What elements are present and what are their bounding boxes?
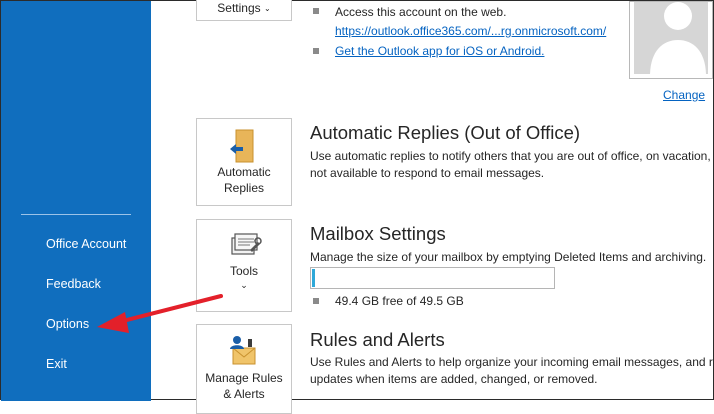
annotation-arrow	[91, 291, 231, 341]
tools-icon	[230, 230, 262, 263]
automatic-replies-title: Automatic Replies (Out of Office)	[310, 122, 581, 143]
main-content: Settings ⌄ Access this account on the we…	[151, 0, 714, 414]
rules-alerts-desc-line1: Use Rules and Alerts to help organize yo…	[310, 355, 714, 369]
sidebar-separator	[21, 214, 131, 215]
web-access-text: Access this account on the web.	[335, 5, 507, 19]
automatic-replies-desc-line2: not available to respond to email messag…	[310, 166, 545, 180]
manage-rules-label-1: Manage Rules	[205, 371, 283, 385]
sidebar-item-exit[interactable]: Exit	[1, 349, 151, 379]
chevron-down-icon: ⌄	[264, 4, 271, 13]
bullet	[313, 8, 319, 14]
mailbox-usage-bar	[310, 267, 555, 289]
profile-photo	[629, 1, 713, 79]
outlook-app-link[interactable]: Get the Outlook app for iOS or Android.	[335, 44, 544, 58]
automatic-replies-desc-line1: Use automatic replies to notify others t…	[310, 149, 711, 163]
automatic-replies-button[interactable]: Automatic Replies	[196, 118, 292, 206]
outlook-web-link[interactable]: https://outlook.office365.com/...rg.onmi…	[335, 24, 606, 38]
profile-placeholder-icon	[634, 2, 708, 74]
backstage-sidebar: Office Account Feedback Options Exit	[1, 1, 151, 401]
rules-alerts-desc-line2: updates when items are added, changed, o…	[310, 372, 598, 386]
sidebar-item-office-account[interactable]: Office Account	[1, 229, 151, 259]
mailbox-settings-desc: Manage the size of your mailbox by empty…	[310, 250, 707, 264]
account-settings-label: Settings	[217, 1, 261, 15]
mailbox-usage-fill	[312, 269, 315, 287]
rules-alerts-title: Rules and Alerts	[310, 329, 445, 350]
automatic-replies-label-1: Automatic	[217, 165, 271, 179]
rules-alerts-desc: Use Rules and Alerts to help organize yo…	[310, 354, 714, 388]
mailbox-settings-title: Mailbox Settings	[310, 223, 446, 244]
automatic-replies-icon	[227, 129, 257, 166]
chevron-down-icon: ⌄	[240, 280, 248, 290]
account-settings-button[interactable]: Settings ⌄	[196, 0, 292, 21]
bullet	[313, 48, 319, 54]
tools-label: Tools	[229, 264, 258, 278]
mailbox-free-space: 49.4 GB free of 49.5 GB	[335, 294, 464, 308]
bullet	[313, 298, 319, 304]
change-photo-link[interactable]: Change	[663, 88, 705, 102]
rules-alerts-icon	[227, 334, 261, 369]
automatic-replies-desc: Use automatic replies to notify others t…	[310, 148, 714, 182]
automatic-replies-label-2: Replies	[223, 181, 265, 195]
